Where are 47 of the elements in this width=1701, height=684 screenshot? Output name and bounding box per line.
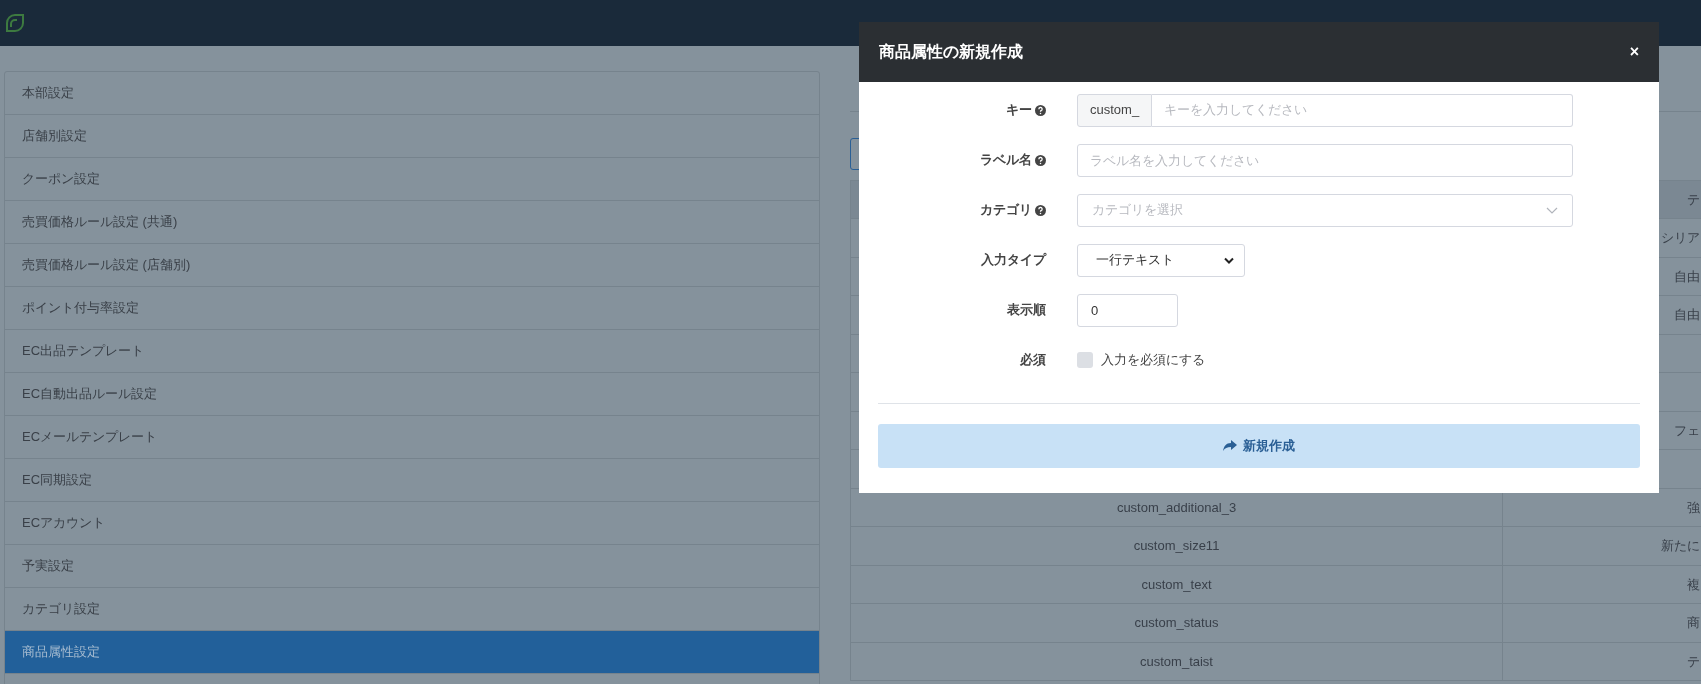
field-label: カテゴリ	[980, 201, 1032, 220]
table-cell-text: テ	[1686, 652, 1700, 671]
order-input[interactable]: 0	[1077, 293, 1178, 327]
close-button[interactable]: ×	[1629, 44, 1639, 60]
table-cell-text: 複	[1686, 575, 1700, 594]
menu-item[interactable]: 売買価格ルール設定 (共通)	[5, 201, 819, 244]
menu-item[interactable]: 予実設定	[5, 545, 819, 588]
menu-item[interactable]: 店舗別設定	[5, 115, 819, 158]
chevron-down-icon	[1224, 256, 1234, 264]
leaf-logo-icon	[4, 12, 26, 34]
table-cell-text: フェ	[1673, 421, 1700, 440]
input-type-select[interactable]: 一行テキスト	[1077, 243, 1245, 277]
menu-item[interactable]: EC出品テンプレート	[5, 330, 819, 373]
menu-item[interactable]: ポイント付与率設定	[5, 287, 819, 330]
table-cell: custom_taist	[850, 642, 1503, 681]
menu-item[interactable]: 本部設定	[5, 72, 819, 115]
category-dropdown[interactable]: カテゴリを選択	[1077, 193, 1573, 227]
table-cell-text: シリア	[1660, 229, 1700, 247]
table-cell: custom_text	[850, 565, 1503, 604]
table-cell-text: 自由	[1673, 267, 1700, 286]
menu-item[interactable]: クーポン設定	[5, 158, 819, 201]
table-cell: custom_status	[850, 603, 1503, 642]
menu-item[interactable]: 売買価格ルール設定 (店舗別)	[5, 244, 819, 287]
table-cell: custom_size11	[850, 526, 1503, 565]
menu-item[interactable]: EC同期設定	[5, 459, 819, 502]
chevron-down-icon	[1546, 206, 1558, 214]
menu-item[interactable]: ECメールテンプレート	[5, 416, 819, 459]
label-input[interactable]: ラベル名を入力してください	[1077, 143, 1573, 177]
share-arrow-icon	[1223, 440, 1237, 452]
key-prefix: custom_	[1077, 93, 1153, 127]
menu-item[interactable]: ECアカウント	[5, 502, 819, 545]
modal-title: 商品属性の新規作成	[879, 42, 1023, 62]
field-label: ラベル名	[980, 151, 1032, 170]
field-label: 表示順	[1007, 301, 1046, 320]
create-button[interactable]: 新規作成	[878, 424, 1640, 468]
table-cell-text: 商	[1686, 614, 1700, 632]
table-cell-text: 強	[1686, 498, 1700, 517]
table-cell-text: 自由	[1673, 306, 1700, 324]
column-header: テ	[1686, 190, 1700, 209]
field-label: 入力タイプ	[981, 251, 1046, 270]
table-cell-text: 新たに	[1660, 537, 1700, 555]
menu-item[interactable]: EC自動出品ルール設定	[5, 373, 819, 416]
checkbox-label: 入力を必須にする	[1101, 351, 1205, 370]
checkbox[interactable]	[1077, 352, 1093, 368]
menu-item[interactable]: 商品属性設定	[5, 631, 819, 674]
field-label: キー	[1006, 101, 1032, 120]
field-label: 必須	[1020, 351, 1046, 370]
